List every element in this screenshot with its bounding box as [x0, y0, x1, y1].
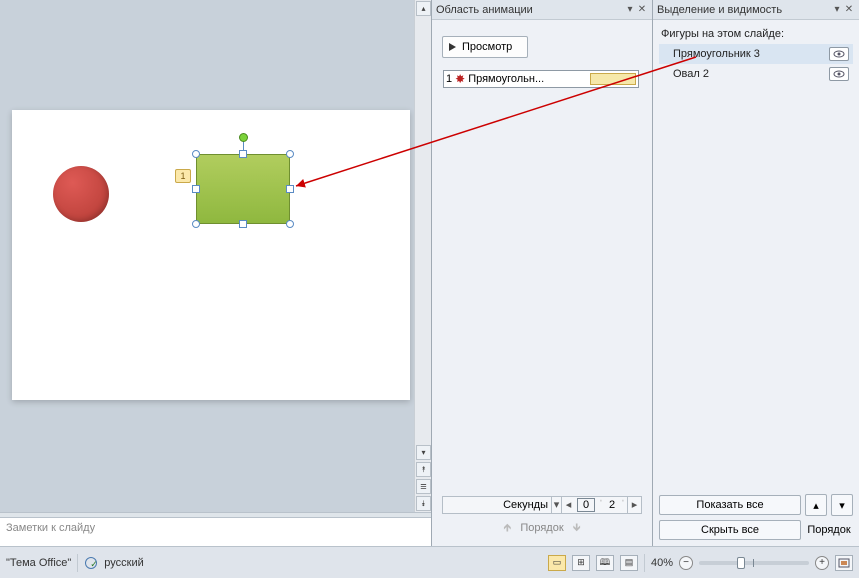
eye-icon — [833, 70, 845, 78]
selection-list: Прямоугольник 3 Овал 2 — [653, 44, 859, 84]
shape-rectangle[interactable]: 1 — [196, 154, 290, 224]
view-reading-button[interactable]: 🕮 — [596, 555, 614, 571]
resize-handle[interactable] — [192, 220, 200, 228]
selection-item[interactable]: Овал 2 — [659, 64, 853, 84]
anim-item-name: Прямоугольн... — [468, 73, 587, 85]
seconds-label: Секунды — [443, 499, 551, 511]
timeline-marker: 2 — [605, 499, 619, 511]
selection-pane-header: Выделение и видимость ▾ ✕ — [653, 0, 859, 20]
zoom-percent[interactable]: 40% — [651, 557, 673, 569]
fit-icon — [838, 558, 850, 568]
selection-item-name: Овал 2 — [663, 68, 825, 80]
scroll-down-button[interactable]: ▾ — [416, 445, 431, 460]
selection-item-name: Прямоугольник 3 — [663, 48, 825, 60]
prev-slide-button[interactable]: ⯭ — [416, 462, 431, 477]
preview-button[interactable]: Просмотр — [442, 36, 528, 58]
vertical-scrollbar[interactable]: ▴ ▾ ⯭ ≡ ⯯ — [414, 0, 431, 512]
resize-handle[interactable] — [286, 185, 294, 193]
zoom-in-button[interactable]: + — [815, 556, 829, 570]
resize-handle[interactable] — [239, 150, 247, 158]
timeline-prev-button[interactable]: ◂ — [561, 497, 575, 513]
show-all-button[interactable]: Показать все — [659, 495, 801, 515]
resize-handle[interactable] — [286, 220, 294, 228]
hide-all-button[interactable]: Скрыть все — [659, 520, 801, 540]
anim-item-index: 1 — [446, 73, 452, 85]
preview-label: Просмотр — [462, 41, 512, 53]
selection-item[interactable]: Прямоугольник 3 — [659, 44, 853, 64]
resize-handle[interactable] — [239, 220, 247, 228]
eye-icon — [833, 50, 845, 58]
pane-menu-icon[interactable]: ▾ — [831, 4, 843, 15]
animation-index-tag[interactable]: 1 — [175, 169, 191, 183]
pane-menu-icon[interactable]: ▾ — [624, 4, 636, 15]
zoom-out-button[interactable]: − — [679, 556, 693, 570]
timeline-current: 0 — [577, 498, 595, 512]
rotate-handle[interactable] — [239, 133, 248, 142]
fit-to-window-button[interactable] — [835, 555, 853, 571]
zoom-slider[interactable] — [699, 561, 809, 565]
reorder-up-button[interactable]: ▴ — [805, 494, 827, 516]
visibility-toggle[interactable] — [829, 67, 849, 81]
order-label: Порядок — [520, 522, 563, 534]
theme-status: "Тема Office" — [6, 557, 71, 569]
view-normal-button[interactable]: ▭ — [548, 555, 566, 571]
seconds-dropdown[interactable]: ▾ — [551, 497, 561, 513]
selection-pane: Выделение и видимость ▾ ✕ Фигуры на этом… — [652, 0, 859, 546]
slide-work-area: 1 ▴ ▾ ⯭ ≡ ⯯ — [0, 0, 431, 512]
zoom-thumb[interactable] — [737, 557, 745, 569]
language-status[interactable]: русский — [104, 557, 143, 569]
effect-icon: ✸ — [455, 73, 465, 85]
language-icon[interactable] — [84, 556, 98, 570]
anim-duration-bar[interactable] — [590, 73, 636, 85]
play-icon — [449, 43, 456, 51]
resize-handle[interactable] — [192, 185, 200, 193]
reorder-down-button[interactable]: ▾ — [831, 494, 853, 516]
pane-close-icon[interactable]: ✕ — [636, 4, 648, 15]
scroll-up-button[interactable]: ▴ — [416, 1, 431, 16]
resize-handle[interactable] — [192, 150, 200, 158]
resize-handle[interactable] — [286, 150, 294, 158]
animation-list-item[interactable]: 1 ✸ Прямоугольн... — [443, 70, 639, 88]
animation-pane-title: Область анимации — [436, 4, 624, 16]
selection-list-label: Фигуры на этом слайде: — [653, 20, 859, 44]
timeline-next-button[interactable]: ▸ — [627, 497, 641, 513]
animation-pane-header: Область анимации ▾ ✕ — [432, 0, 652, 20]
pane-close-icon[interactable]: ✕ — [843, 4, 855, 15]
slide-nav-menu-button[interactable]: ≡ — [416, 479, 431, 494]
move-up-button[interactable]: 🡹 — [500, 521, 514, 535]
slide-canvas[interactable]: 1 — [12, 110, 410, 400]
next-slide-button[interactable]: ⯯ — [416, 496, 431, 511]
move-down-button[interactable]: 🡻 — [570, 521, 584, 535]
order-label: Порядок — [805, 524, 853, 536]
visibility-toggle[interactable] — [829, 47, 849, 61]
notes-area[interactable]: Заметки к слайду — [0, 518, 431, 546]
notes-placeholder: Заметки к слайду — [6, 522, 95, 534]
order-controls: 🡹 Порядок 🡻 — [442, 518, 642, 538]
shape-oval[interactable] — [53, 166, 109, 222]
timeline-ruler: Секунды ▾ ◂ 0 ˈ 2 ˈ ▸ — [442, 496, 642, 514]
view-slideshow-button[interactable]: ▤ — [620, 555, 638, 571]
view-sorter-button[interactable]: ⊞ — [572, 555, 590, 571]
status-bar: "Тема Office" русский ▭ ⊞ 🕮 ▤ 40% − + — [0, 546, 859, 578]
animation-pane: Область анимации ▾ ✕ Просмотр 1 ✸ Прямоу… — [431, 0, 652, 546]
selection-pane-title: Выделение и видимость — [657, 4, 831, 16]
